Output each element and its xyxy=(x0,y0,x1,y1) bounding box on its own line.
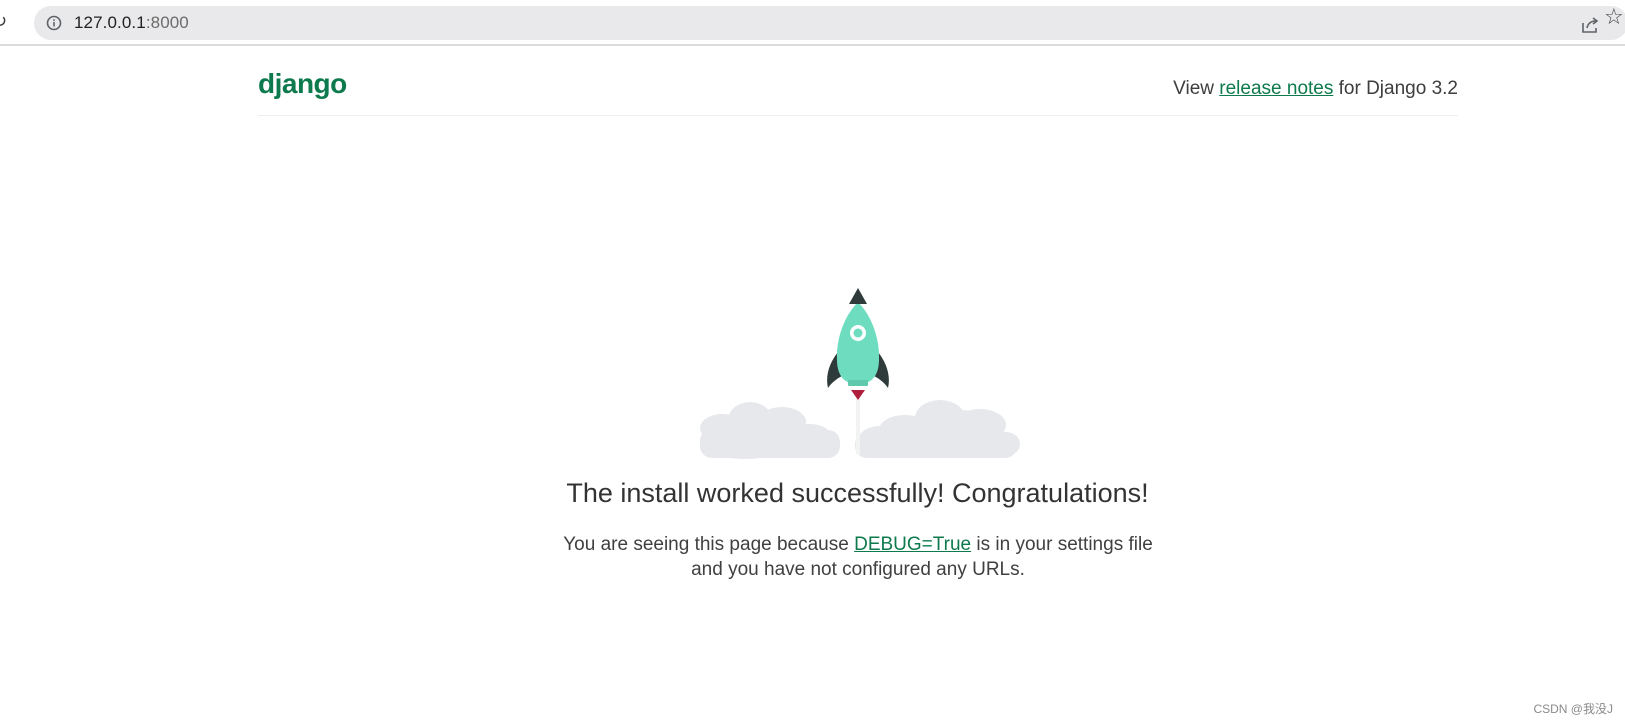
site-header: django View release notes for Django 3.2 xyxy=(258,60,1458,116)
release-prefix: View xyxy=(1173,78,1220,99)
release-notes-link[interactable]: release notes xyxy=(1219,78,1333,99)
cloud-left xyxy=(700,402,840,459)
url-host: 127.0.0.1 xyxy=(74,13,146,32)
star-icon[interactable]: ☆ xyxy=(1604,4,1624,30)
watermark: CSDN @我没J xyxy=(1533,702,1613,716)
debug-docs-link[interactable]: DEBUG=True xyxy=(854,534,971,555)
release-suffix: for Django 3.2 xyxy=(1333,78,1458,99)
rocket-flame xyxy=(851,390,865,400)
url-port: :8000 xyxy=(145,13,189,32)
rocket-trail xyxy=(856,392,860,454)
info-icon[interactable] xyxy=(46,15,62,31)
reload-icon[interactable]: ↻ xyxy=(0,10,14,32)
url-text[interactable]: 127.0.0.1:8000 xyxy=(74,13,189,33)
release-notes-line: View release notes for Django 3.2 xyxy=(1173,78,1458,100)
django-logo[interactable]: django xyxy=(258,68,347,100)
success-headline: The install worked successfully! Congrat… xyxy=(566,478,1149,508)
rocket-illustration xyxy=(700,288,1020,459)
browser-toolbar: ↻ 127.0.0.1:8000 ☆ xyxy=(0,0,1625,46)
address-bar[interactable]: 127.0.0.1:8000 xyxy=(34,6,1625,40)
rocket-base xyxy=(848,380,868,386)
desc-prefix: You are seeing this page because xyxy=(563,534,855,555)
share-icon[interactable] xyxy=(1580,16,1600,34)
rocket-nose xyxy=(849,288,867,304)
rocket-body xyxy=(836,302,880,382)
cloud-right xyxy=(855,400,1020,458)
success-description: You are seeing this page because DEBUG=T… xyxy=(558,532,1158,582)
